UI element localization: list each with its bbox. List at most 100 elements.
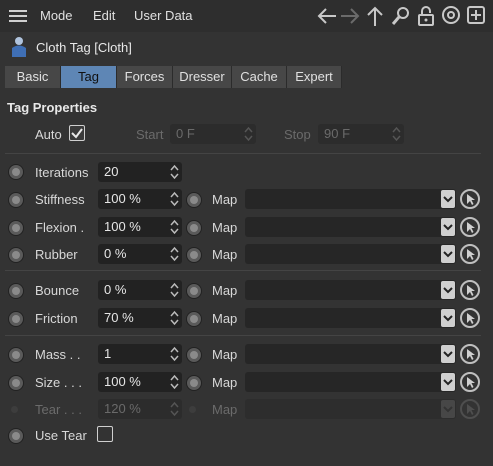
tab-dresser[interactable]: Dresser: [173, 66, 232, 88]
start-field[interactable]: 0 F: [170, 124, 256, 144]
picker-arrow-icon[interactable]: [460, 372, 480, 392]
rubber-field[interactable]: 0 %: [98, 244, 182, 264]
chevron-down-icon[interactable]: [441, 309, 455, 327]
cloth-tag-icon: [9, 36, 29, 61]
picker-arrow-icon[interactable]: [460, 344, 480, 364]
target-icon[interactable]: [441, 5, 461, 28]
stepper-icon[interactable]: [170, 374, 179, 390]
tab-cache[interactable]: Cache: [232, 66, 287, 88]
picker-arrow-icon[interactable]: [460, 308, 480, 328]
add-icon[interactable]: [466, 5, 486, 28]
keyframe-icon[interactable]: [186, 347, 202, 363]
menu-user-data[interactable]: User Data: [134, 8, 193, 23]
friction-map-field[interactable]: [245, 308, 456, 328]
map-label: Map: [212, 192, 238, 207]
chevron-down-icon[interactable]: [441, 245, 455, 263]
flexion-field[interactable]: 100 %: [98, 217, 182, 237]
keyframe-icon[interactable]: [8, 375, 24, 391]
mass-label: Mass . .: [35, 347, 81, 362]
picker-arrow-icon[interactable]: [460, 280, 480, 300]
map-label: Map: [212, 311, 238, 326]
picker-arrow-icon: [460, 399, 480, 419]
divider: [5, 335, 481, 336]
menu-edit[interactable]: Edit: [93, 8, 115, 23]
stiffness-field[interactable]: 100 %: [98, 189, 182, 209]
chevron-down-icon[interactable]: [441, 345, 455, 363]
lock-icon[interactable]: [417, 5, 435, 30]
start-stepper-icon[interactable]: [244, 126, 253, 142]
keyframe-icon[interactable]: [8, 311, 24, 327]
keyframe-icon[interactable]: [186, 283, 202, 299]
mass-map-field[interactable]: [245, 344, 456, 364]
stiffness-map-field[interactable]: [245, 189, 456, 209]
stepper-icon[interactable]: [170, 246, 179, 262]
bounce-label: Bounce: [35, 283, 80, 298]
tear-value: 120 %: [104, 401, 141, 416]
tab-forces[interactable]: Forces: [117, 66, 173, 88]
tab-tag[interactable]: Tag: [61, 66, 117, 88]
map-label: Map: [212, 375, 238, 390]
keyframe-icon[interactable]: [8, 283, 24, 299]
flexion-value: 100 %: [104, 219, 141, 234]
stepper-icon[interactable]: [170, 191, 179, 207]
auto-checkbox[interactable]: [69, 125, 85, 141]
bounce-map-field[interactable]: [245, 280, 456, 300]
size-map-field[interactable]: [245, 372, 456, 392]
tab-basic[interactable]: Basic: [5, 66, 61, 88]
keyframe-icon[interactable]: [8, 347, 24, 363]
use-tear-label: Use Tear: [35, 428, 87, 443]
friction-field[interactable]: 70 %: [98, 308, 182, 328]
use-tear-checkbox[interactable]: [97, 426, 113, 442]
arrow-back-icon[interactable]: [316, 6, 338, 29]
iterations-value: 20: [104, 164, 119, 179]
keyframe-icon[interactable]: [8, 164, 24, 180]
chevron-down-icon[interactable]: [441, 373, 455, 391]
mass-value: 1: [104, 346, 112, 361]
flexion-map-field[interactable]: [245, 217, 456, 237]
stop-field[interactable]: 90 F: [318, 124, 404, 144]
stepper-icon[interactable]: [170, 219, 179, 235]
friction-label: Friction: [35, 311, 78, 326]
divider: [5, 270, 481, 271]
search-icon[interactable]: [391, 6, 411, 29]
flexion-label: Flexion .: [35, 220, 85, 235]
tear-label: Tear . . .: [35, 402, 82, 417]
stop-label: Stop: [284, 127, 311, 142]
keyframe-icon[interactable]: [186, 375, 202, 391]
picker-arrow-icon[interactable]: [460, 244, 480, 264]
keyframe-icon[interactable]: [8, 220, 24, 236]
keyframe-icon[interactable]: [8, 247, 24, 263]
stepper-icon[interactable]: [170, 282, 179, 298]
hamburger-menu-icon[interactable]: [9, 7, 27, 25]
start-label: Start: [136, 127, 164, 142]
tear-field: 120 %: [98, 399, 182, 419]
bounce-value: 0 %: [104, 282, 127, 297]
tab-expert[interactable]: Expert: [287, 66, 342, 88]
stepper-icon[interactable]: [170, 346, 179, 362]
picker-arrow-icon[interactable]: [460, 189, 480, 209]
arrow-forward-icon[interactable]: [339, 6, 361, 29]
keyframe-icon: [11, 406, 18, 413]
keyframe-icon[interactable]: [186, 192, 202, 208]
keyframe-icon[interactable]: [186, 220, 202, 236]
mass-field[interactable]: 1: [98, 344, 182, 364]
keyframe-icon[interactable]: [8, 192, 24, 208]
keyframe-icon[interactable]: [186, 311, 202, 327]
map-label: Map: [212, 283, 238, 298]
rubber-map-field[interactable]: [245, 244, 456, 264]
stepper-icon[interactable]: [170, 164, 179, 180]
bounce-field[interactable]: 0 %: [98, 280, 182, 300]
chevron-down-icon[interactable]: [441, 218, 455, 236]
arrow-up-icon[interactable]: [366, 5, 384, 30]
picker-arrow-icon[interactable]: [460, 217, 480, 237]
stepper-icon[interactable]: [170, 310, 179, 326]
iterations-field[interactable]: 20: [98, 162, 182, 182]
chevron-down-icon[interactable]: [441, 190, 455, 208]
size-field[interactable]: 100 %: [98, 372, 182, 392]
stop-stepper-icon[interactable]: [392, 126, 401, 142]
keyframe-icon[interactable]: [8, 428, 24, 444]
chevron-down-icon[interactable]: [441, 281, 455, 299]
keyframe-icon[interactable]: [186, 247, 202, 263]
menu-mode[interactable]: Mode: [40, 8, 73, 23]
section-title: Tag Properties: [7, 100, 98, 115]
